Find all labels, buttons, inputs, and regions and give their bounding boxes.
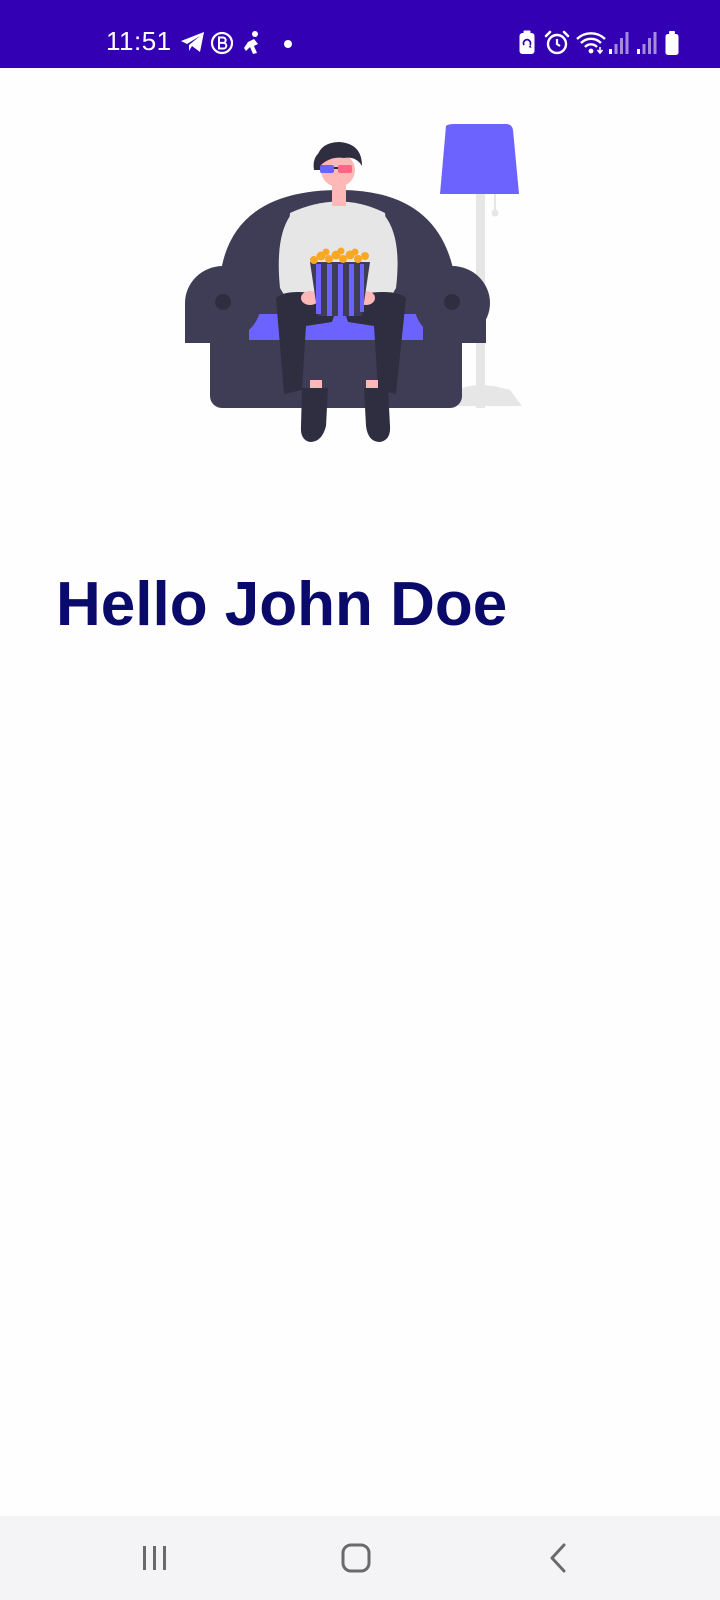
- telegram-icon: [181, 32, 204, 52]
- signal-icon: [609, 32, 629, 54]
- home-icon: [341, 1543, 371, 1573]
- dot-icon: [284, 40, 292, 48]
- navigation-bar: [0, 1516, 720, 1600]
- back-button[interactable]: [516, 1528, 600, 1588]
- recents-icon: [143, 1546, 166, 1570]
- signal-icon: [637, 32, 657, 54]
- home-button[interactable]: [314, 1528, 398, 1588]
- accessibility-icon: [244, 31, 258, 54]
- status-time: 11:51: [106, 26, 172, 56]
- battery-icon: [665, 31, 679, 55]
- b-app-icon: [210, 31, 234, 55]
- person-on-armchair-illustration: [185, 124, 522, 442]
- wifi-icon: [576, 32, 606, 55]
- status-bar: 11:51: [0, 0, 720, 68]
- back-icon: [550, 1543, 566, 1573]
- alarm-icon: [544, 30, 570, 55]
- battery-saver-icon: [519, 30, 535, 54]
- greeting-title: Hello John Doe: [56, 570, 508, 639]
- recents-button[interactable]: [113, 1528, 197, 1588]
